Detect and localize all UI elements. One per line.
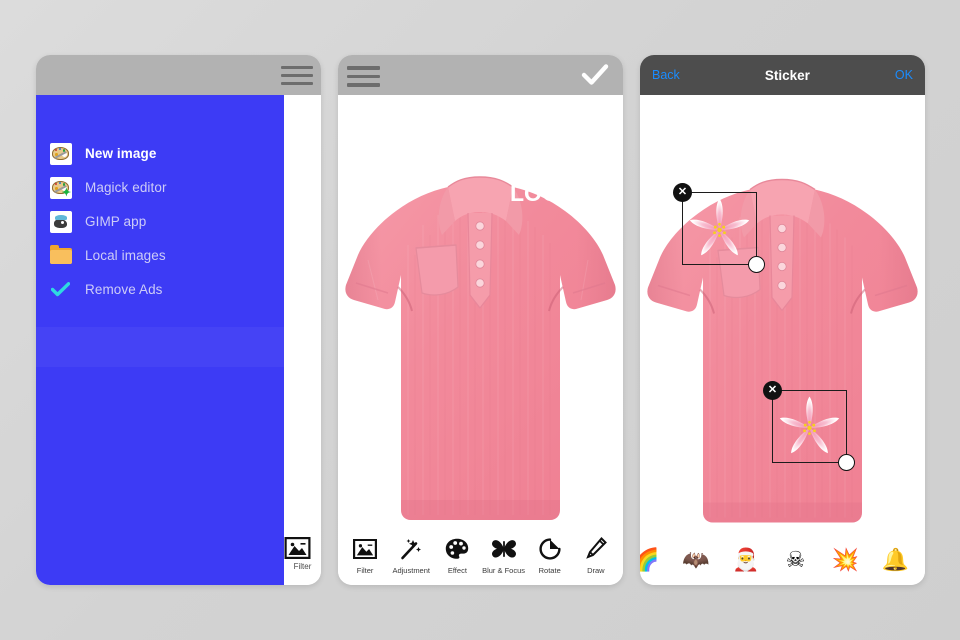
drawer-highlight-band	[36, 327, 284, 367]
tool-label: Rotate	[538, 565, 561, 575]
hamburger-icon[interactable]	[347, 66, 380, 87]
editor-canvas[interactable]: LOGO	[338, 95, 623, 540]
sidebar-item-new-image[interactable]: New image	[36, 137, 284, 170]
resize-handle-icon[interactable]	[838, 454, 855, 471]
cherry-blossom-sticker[interactable]: ✕	[673, 183, 765, 273]
bell-sticker[interactable]: 🔔	[875, 540, 915, 580]
cherry-blossom-sticker[interactable]: ✕	[763, 381, 855, 471]
tool-label: Effect	[447, 565, 467, 575]
close-icon[interactable]: ✕	[763, 381, 782, 400]
confirm-button[interactable]	[581, 63, 609, 87]
tool-label: Draw	[587, 565, 605, 575]
palette-icon	[50, 142, 72, 165]
drawer-panel: Filter New image ✦ Magick editor GIMP ap…	[36, 55, 321, 585]
polo-shirt-image: LOGO	[345, 176, 616, 520]
palette-icon	[446, 538, 469, 559]
tool-filter[interactable]: Filter	[343, 536, 387, 575]
image-icon	[284, 537, 310, 559]
cherry-blossom-image	[779, 396, 840, 454]
gimp-wilber-icon	[50, 210, 72, 233]
page-title: Sticker	[764, 67, 810, 83]
checkmark-icon	[581, 64, 609, 85]
sidebar-item-label: Magick editor	[85, 180, 167, 195]
editor-topbar	[338, 55, 623, 95]
pink-sparkle-sticker[interactable]: 💥	[825, 540, 865, 580]
sidebar-item-magick-editor[interactable]: ✦ Magick editor	[36, 171, 284, 204]
sidebar-item-local-images[interactable]: Local images	[36, 239, 284, 272]
tool-label: Filter	[356, 565, 374, 575]
close-icon[interactable]: ✕	[673, 183, 692, 202]
filter-button[interactable]: Filter	[284, 537, 321, 571]
bat-sticker[interactable]: 🦇	[676, 540, 716, 580]
tool-effect[interactable]: Effect	[435, 536, 479, 575]
hamburger-icon[interactable]	[281, 66, 313, 86]
butterfly-icon	[491, 539, 516, 558]
drawer-edge-toolbar: Filter	[284, 95, 321, 585]
sticker-panel: Back Sticker OK ✕ ✕ 🌈 🦇 🎅 ☠ 💥 🔔	[640, 55, 925, 585]
tool-label: Blur & Focus	[482, 565, 526, 575]
pencil-icon	[586, 536, 607, 559]
resize-handle-icon[interactable]	[748, 256, 765, 273]
drawer-topbar	[36, 55, 321, 95]
ok-button[interactable]: OK	[895, 68, 913, 82]
tool-draw[interactable]: Draw	[574, 536, 618, 575]
tool-blur-focus[interactable]: Blur & Focus	[482, 536, 526, 575]
shirt-logo-text: LOGO	[510, 180, 578, 206]
tool-adjustment[interactable]: Adjustment	[389, 536, 433, 575]
sticker-canvas[interactable]: ✕ ✕	[640, 95, 925, 545]
sticker-tray[interactable]: 🌈 🦇 🎅 ☠ 💥 🔔	[640, 535, 925, 585]
rainbow-sticker[interactable]: 🌈	[640, 540, 666, 580]
tool-label: Adjustment	[392, 565, 430, 575]
editor-panel: LOGO Filter Adjustment Effect Blur & Foc…	[338, 55, 623, 585]
folder-icon	[50, 244, 72, 267]
grim-reaper-sticker[interactable]: ☠	[775, 540, 815, 580]
sticker-topbar: Back Sticker OK	[640, 55, 925, 95]
sidebar-item-remove-ads[interactable]: Remove Ads	[36, 273, 284, 306]
holly-sticker[interactable]: 🎅	[726, 540, 766, 580]
rotate-icon	[539, 537, 561, 560]
screenshot-stage: Filter New image ✦ Magick editor GIMP ap…	[0, 0, 960, 640]
drawer-menu: New image ✦ Magick editor GIMP app Local…	[36, 95, 284, 585]
magic-wand-icon	[401, 538, 422, 559]
back-button[interactable]: Back	[652, 68, 680, 82]
tool-rotate[interactable]: Rotate	[528, 536, 572, 575]
filter-button-label: Filter	[293, 562, 312, 571]
editor-toolbar: Filter Adjustment Effect Blur & Focus Ro…	[338, 525, 623, 585]
cherry-blossom-image	[689, 198, 750, 256]
sidebar-item-gimp-app[interactable]: GIMP app	[36, 205, 284, 238]
sidebar-item-label: GIMP app	[85, 214, 147, 229]
polo-shirt-image	[647, 178, 918, 523]
palette-plus-icon: ✦	[50, 176, 72, 199]
sidebar-item-label: Local images	[85, 248, 166, 263]
checkmark-icon	[50, 279, 72, 301]
sidebar-item-label: Remove Ads	[85, 282, 163, 297]
image-icon	[353, 538, 378, 559]
sidebar-item-label: New image	[85, 146, 157, 161]
